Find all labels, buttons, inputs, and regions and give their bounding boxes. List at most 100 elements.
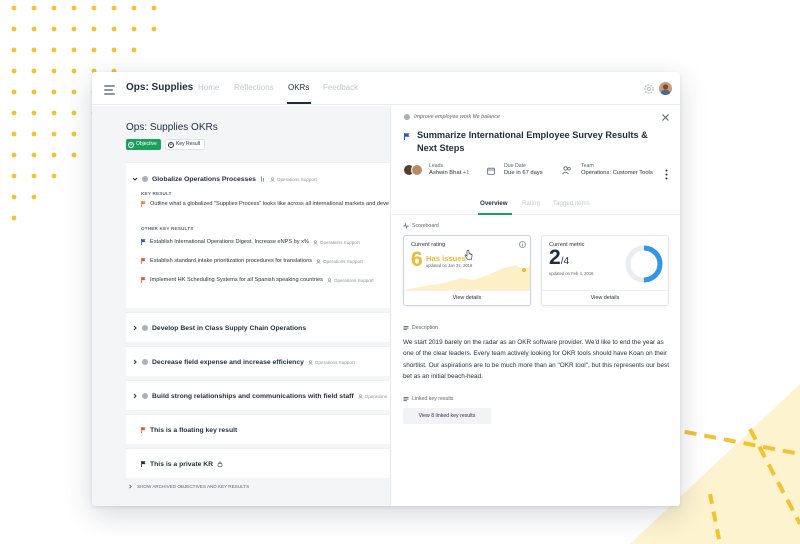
current-rating-value: 6 [411,248,423,271]
team-icon [358,393,363,399]
objective-title: Build strong relationships and communica… [152,392,354,400]
due-date-field[interactable]: Due Date Due in 67 days [504,163,543,183]
team-label: Operations Support [314,359,355,365]
calendar-icon [487,167,495,175]
decorative-dot [31,68,37,74]
decorative-dot [31,110,37,116]
leads-label: Leads [429,163,444,169]
tab-rating[interactable]: Rating [522,200,540,207]
metric-view-details-button[interactable]: View details [542,290,668,305]
breadcrumb[interactable]: Improve employee work life balance [404,114,500,120]
nav-okrs[interactable]: OKRs [288,83,309,92]
flag-icon [404,133,410,140]
decorative-dot [51,152,57,158]
flag-icon [141,461,146,467]
rating-view-details-button[interactable]: View details [404,290,530,305]
progress-icon [142,176,148,182]
key-result-row[interactable]: This is a private KR [141,457,223,471]
key-result-team: Operations Support [327,278,374,283]
page-title: Ops: Supplies OKRs [126,122,218,133]
objective-row[interactable]: Decrease field expense and increase effi… [132,355,355,369]
cursor-hand-icon [464,250,473,260]
flag-icon [141,277,146,283]
due-date-value: Due in 67 days [504,170,543,176]
show-archived-label: SHOW ARCHIVED OBJECTIVES AND KEY RESULTS [137,484,250,489]
metric-donut-chart [625,245,663,283]
hierarchy-icon [260,176,264,182]
decorative-dot [11,26,17,32]
flag-icon [141,258,146,264]
chevron-right-icon[interactable] [132,393,138,399]
team-label: Operations Support [333,277,374,283]
team-field[interactable]: Team Operations: Customer Tools [581,163,653,183]
decorative-dot [71,131,77,137]
key-result-section-label: KEY RESULT [141,191,172,196]
key-result-row[interactable]: Establish International Operations Diges… [141,237,360,247]
team-icon [308,359,313,365]
leads-field[interactable]: Leads Ashwin Bhat +1 [429,163,469,183]
decorative-dot [111,47,117,53]
due-date-label: Due Date [504,163,526,169]
gear-icon[interactable] [643,83,655,95]
add-objective-button[interactable]: + Objective [126,139,161,150]
nav-reflections[interactable]: Reflections [234,83,274,92]
info-icon[interactable] [519,241,526,248]
tab-overview[interactable]: Overview [480,200,508,207]
key-result-title: This is a floating key result [150,426,238,434]
tab-active-indicator [478,213,512,215]
decorative-dot [71,26,77,32]
nav-active-indicator [287,102,311,104]
objective-row[interactable]: Globalize Operations Processes Operation… [132,172,317,186]
team-icon [313,239,318,245]
top-bar: Ops: Supplies Home Reflections OKRs Feed… [92,72,680,105]
key-result-row[interactable]: Establish standard intake prioritization… [141,256,363,266]
key-result-row[interactable]: Implement HK Scheduling Systems for all … [141,275,374,285]
objective-row[interactable]: Build strong relationships and communica… [132,389,387,403]
key-result-title[interactable]: Summarize International Employee Survey … [417,129,662,155]
decorative-dot [31,47,37,53]
more-options-icon[interactable] [665,169,668,180]
tab-tagged-items[interactable]: Tagged items [553,200,590,207]
nav-home[interactable]: Home [198,83,219,92]
current-rating-card[interactable]: Current rating 6 Has issues updated on J… [403,235,531,306]
team-icon [562,166,571,175]
scoreboard-section-label: Scoreboard [403,223,439,229]
other-key-results-label: OTHER KEY RESULTS [141,226,194,231]
decorative-dot [11,131,17,137]
okr-list-panel: Ops: Supplies OKRs + Objective + Key Res… [92,106,390,506]
decorative-dot [11,89,17,95]
objective-title: Globalize Operations Processes [152,175,256,183]
team-label: Operations [364,393,388,399]
scoreboard-label: Scoreboard [412,223,439,229]
objective-title: Decrease field expense and increase effi… [152,358,304,366]
objective-row[interactable]: Develop Best in Class Supply Chain Opera… [132,321,306,335]
team-label: Operations Support [276,176,317,182]
key-result-team: Operations Support [316,259,363,264]
key-result-text: Implement HK Scheduling Systems for all … [150,277,323,283]
chevron-right-icon[interactable] [132,325,138,331]
description-text: We start 2019 barely on the radar as an … [403,339,669,381]
chevron-down-icon[interactable] [132,176,138,182]
current-rating-updated: updated on Jan 31, 2018 [426,263,473,268]
nav-feedback[interactable]: Feedback [323,83,358,92]
user-avatar[interactable] [659,82,672,95]
decorative-dot [31,131,37,137]
private-key-result-card: This is a private KR [126,448,390,478]
show-archived-toggle[interactable]: SHOW ARCHIVED OBJECTIVES AND KEY RESULTS [128,484,249,489]
key-result-text: Outline what a globalized "Supplies Proc… [150,201,390,207]
menu-icon[interactable] [102,81,118,97]
app-title: Ops: Supplies [126,82,194,93]
app-window: Ops: Supplies Home Reflections OKRs Feed… [92,72,680,506]
close-icon[interactable] [661,113,670,122]
linked-key-results-section-label: Linked key results [403,396,454,402]
chevron-right-icon[interactable] [132,359,138,365]
add-key-result-button[interactable]: + Key Result [165,139,206,150]
team-icon [270,176,275,182]
key-result-row[interactable]: This is a floating key result [141,423,237,437]
key-result-row[interactable]: Outline what a globalized "Supplies Proc… [141,199,389,209]
decorative-dot [11,47,17,53]
view-linked-key-results-button[interactable]: View 8 linked key results [403,408,491,424]
current-metric-card[interactable]: Current metric 2/4 updated on Feb 4, 201… [541,235,669,306]
decorative-dot [31,194,37,200]
add-objective-label: Objective [136,141,157,147]
